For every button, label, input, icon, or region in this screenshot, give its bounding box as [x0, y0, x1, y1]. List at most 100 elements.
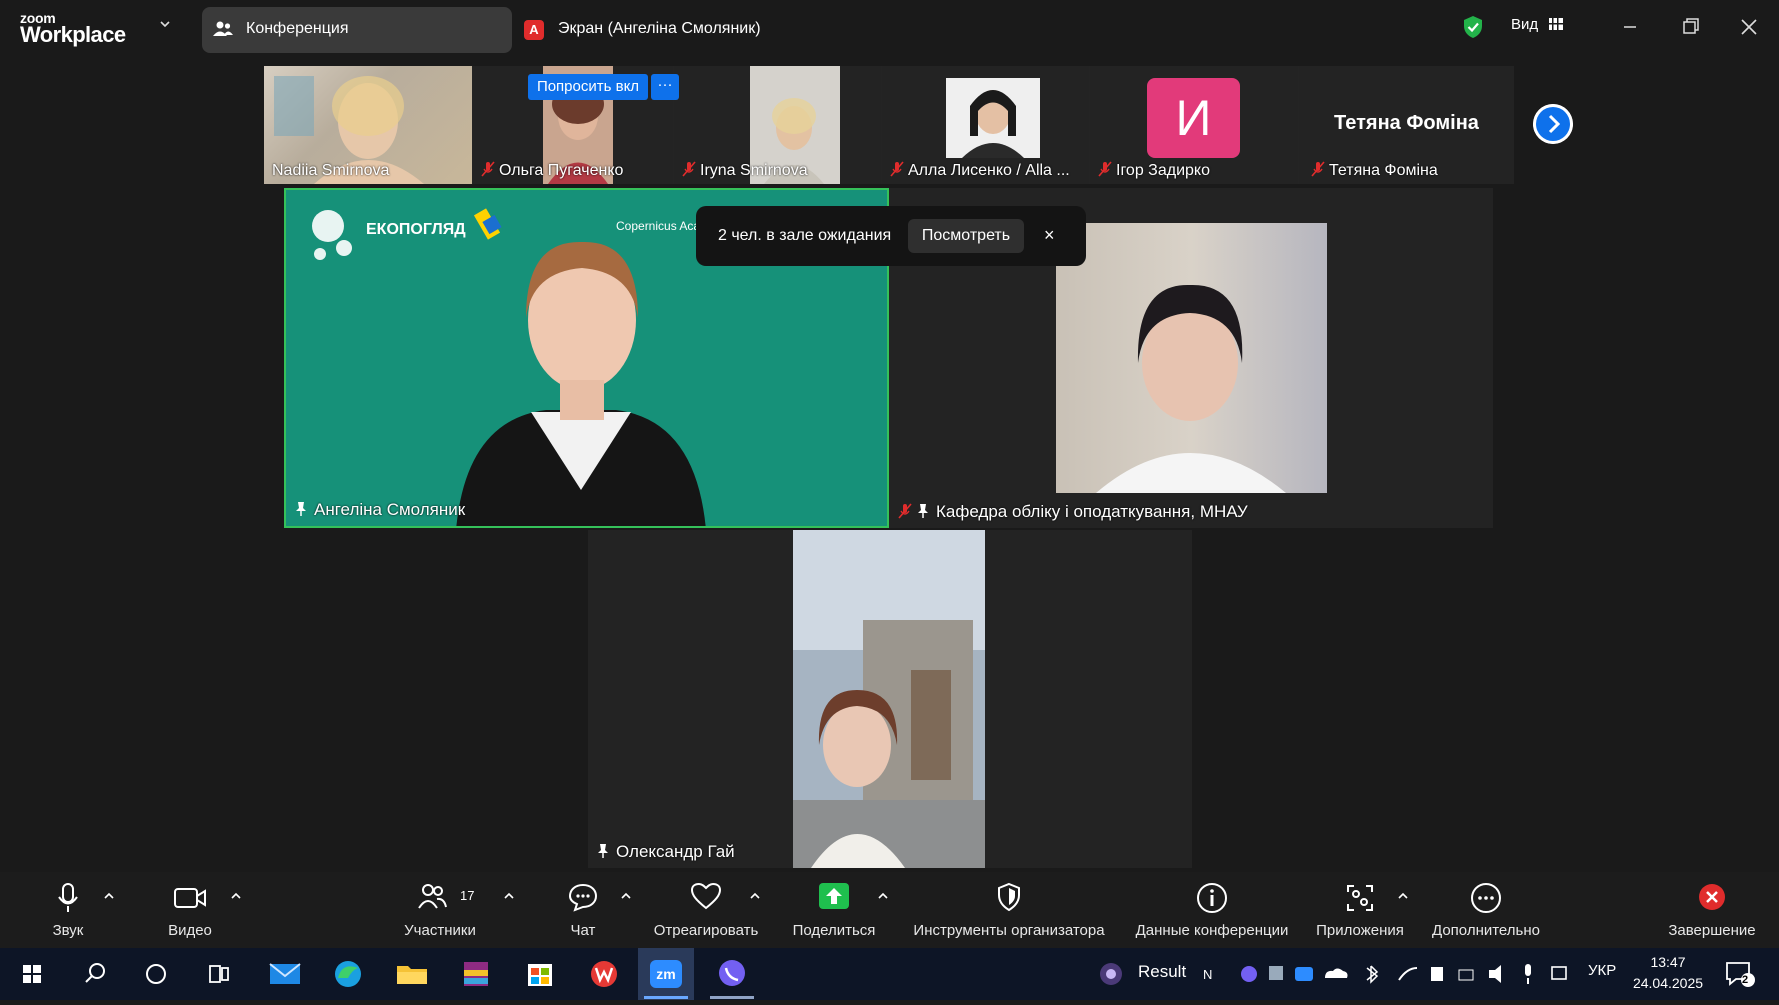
tray-app-label[interactable]: Result [1138, 962, 1186, 982]
apps-button[interactable]: Приложения [1310, 872, 1410, 948]
ecopoglyad-logo-text: ЕКОПОГЛЯД [366, 221, 466, 238]
pin-icon [598, 844, 608, 858]
display-tray-icon[interactable] [1550, 962, 1570, 986]
participant-tile[interactable]: Nadiia Smirnova [264, 66, 472, 184]
shield-check-icon[interactable] [1462, 15, 1484, 39]
zoom-taskbar-button[interactable]: zm [638, 948, 694, 1000]
participant-name: Ольга Пугаченко [481, 161, 623, 180]
participant-tile-bottom[interactable]: Олександр Гай [588, 530, 1192, 868]
microphone-tray-icon[interactable] [1518, 962, 1538, 986]
screen-share-badge: A [524, 20, 544, 40]
clock-time: 13:47 [1650, 954, 1686, 970]
winrar-icon[interactable] [448, 948, 504, 1000]
host-tools-button[interactable]: Инструменты организатора [908, 872, 1110, 948]
microsoft-store-icon[interactable] [512, 948, 568, 1000]
clock-date: 24.04.2025 [1632, 975, 1704, 991]
info-icon [1197, 883, 1227, 913]
share-screen-button[interactable]: Поделиться [786, 872, 882, 948]
heart-icon [690, 882, 722, 910]
zoom-logo-workplace: Workplace [20, 22, 126, 47]
more-options-button[interactable]: ··· [651, 74, 679, 100]
participant-tile[interactable]: Алла Лисенко / Alla ... [882, 66, 1089, 184]
participant-name: Тетяна Фоміна [1311, 161, 1438, 180]
view-button[interactable]: Вид [1511, 16, 1564, 33]
more-button[interactable]: Дополнительно [1426, 872, 1546, 948]
meeting-info-label: Данные конференции [1135, 922, 1289, 939]
end-meeting-button[interactable]: Завершение [1664, 872, 1760, 948]
end-call-icon [1699, 884, 1725, 910]
edge-browser-icon[interactable] [320, 948, 376, 1000]
react-button[interactable]: Отреагировать [650, 872, 762, 948]
participant-name: Алла Лисенко / Alla ... [890, 161, 1070, 180]
cortana-icon[interactable] [128, 948, 184, 1000]
chevron-up-icon[interactable] [877, 891, 889, 901]
search-icon[interactable] [66, 948, 122, 1000]
next-page-arrow-icon[interactable] [1533, 104, 1573, 144]
minimize-icon[interactable] [1610, 12, 1650, 42]
participant-tile[interactable]: Iryna Smirnova [674, 66, 881, 184]
chevron-up-icon[interactable] [503, 891, 515, 901]
shield-icon [998, 882, 1020, 912]
apps-icon [1347, 885, 1373, 911]
file-explorer-icon[interactable] [384, 948, 440, 1000]
video-button[interactable]: Видео [150, 872, 230, 948]
chevron-up-icon[interactable] [749, 891, 761, 901]
tab-meeting-label: Конференция [246, 20, 349, 37]
mail-icon[interactable] [257, 948, 313, 1000]
restore-icon[interactable] [1670, 12, 1710, 42]
end-label: Завершение [1668, 922, 1756, 939]
participant-name: Ігор Задирко [1098, 161, 1210, 180]
ask-to-unmute-button[interactable]: Попросить вкл [528, 74, 648, 100]
mic-muted-icon [1311, 161, 1325, 177]
audio-button[interactable]: Звук [30, 872, 106, 948]
clock[interactable]: 13:47 24.04.2025 [1628, 952, 1708, 994]
chevron-down-icon[interactable] [160, 19, 170, 29]
viber-icon[interactable] [704, 948, 760, 1000]
tab-screen-share-label: Экран (Ангеліна Смоляник) [558, 20, 761, 37]
participants-button[interactable]: 17 Участники [394, 872, 486, 948]
more-label: Дополнительно [1432, 922, 1540, 939]
chevron-up-icon[interactable] [103, 891, 115, 901]
participant-name-bottom: Олександр Гай [596, 842, 735, 862]
tab-screen-share[interactable]: A Экран (Ангеліна Смоляник) [522, 7, 862, 53]
chevron-up-icon[interactable] [620, 891, 632, 901]
host-tools-label: Инструменты организатора [913, 922, 1105, 939]
chevron-up-icon[interactable] [230, 891, 242, 901]
chat-icon [568, 883, 598, 912]
language-indicator[interactable]: УКР [1588, 962, 1616, 979]
svg-text:zm: zm [656, 966, 675, 982]
participant-tile[interactable]: И Ігор Задирко [1090, 66, 1298, 184]
participant-video-bottom [793, 530, 985, 868]
meeting-info-button[interactable]: Данные конференции [1130, 872, 1294, 948]
waiting-room-notification: 2 чел. в зале ожидания Посмотреть × [696, 206, 1086, 266]
waiting-room-text: 2 чел. в зале ожидания [718, 227, 892, 244]
title-bar: zoom Workplace Конференция A Экран (Анге… [0, 0, 1779, 56]
faculty-name-label: Кафедра обліку і оподаткування, МНАУ [898, 502, 1248, 522]
chat-button[interactable]: Чат [548, 872, 618, 948]
notifications-icon[interactable] [1724, 960, 1756, 988]
speaker-name-label: Ангеліна Смоляник [294, 500, 465, 520]
share-label: Поделиться [792, 922, 876, 939]
tray-app-icon[interactable] [1097, 960, 1125, 988]
participant-tile[interactable]: Тетяна Фоміна Тетяна Фоміна [1299, 66, 1514, 184]
close-window-icon[interactable] [1729, 12, 1769, 42]
windows-start-icon[interactable] [4, 948, 60, 1000]
apps-label: Приложения [1316, 922, 1404, 939]
participant-strip: Nadiia Smirnova Ольга Пугаченко Iryna Sm… [264, 66, 1514, 184]
share-screen-icon [819, 883, 849, 909]
participant-video-faculty [1056, 223, 1327, 493]
audio-label: Звук [52, 922, 84, 939]
video-label: Видео [168, 922, 212, 939]
view-waiting-room-button[interactable]: Посмотреть [908, 219, 1024, 253]
meeting-toolbar: Звук Видео 17 Участники Чат Отреагироват… [0, 872, 1779, 948]
participants-label: Участники [404, 922, 476, 939]
task-view-icon[interactable] [190, 948, 246, 1000]
wps-office-icon[interactable] [576, 948, 632, 1000]
pin-icon [296, 502, 306, 516]
tab-meeting[interactable]: Конференция [202, 7, 512, 53]
mic-muted-icon [481, 161, 495, 177]
system-tray-icons[interactable]: N [1203, 962, 1503, 986]
chevron-up-icon[interactable] [1397, 891, 1409, 901]
zoom-app-icon: zm [644, 960, 688, 999]
close-icon[interactable]: × [1044, 225, 1055, 246]
